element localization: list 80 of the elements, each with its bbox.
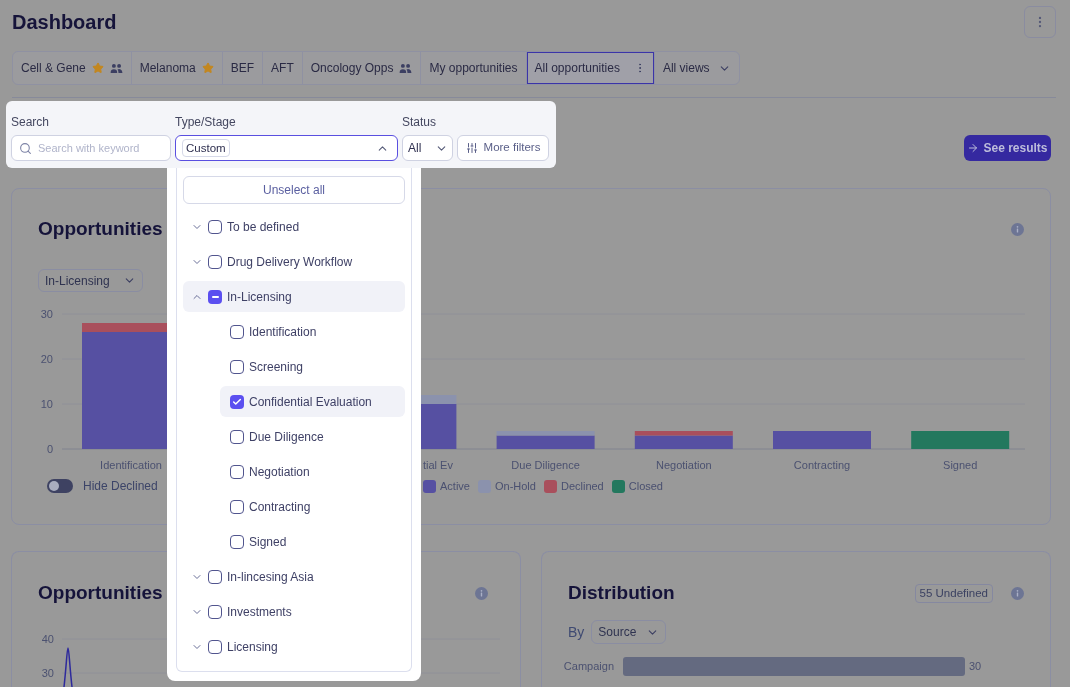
see-results-button[interactable]: See results (964, 135, 1051, 161)
legend-label: Closed (628, 478, 663, 494)
card-title: Opportunities (38, 581, 163, 605)
highlighted-row[interactable]: Confidential Evaluation (220, 386, 405, 417)
more-filters-button[interactable]: More filters (457, 135, 549, 161)
checkbox[interactable] (208, 289, 222, 304)
axis-tick-label: 40 (41, 633, 54, 645)
view-tab[interactable]: Melanoma (131, 52, 223, 84)
view-tab[interactable]: BEF (222, 52, 264, 84)
group-by-select[interactable]: Source (591, 620, 667, 644)
axis-tick-label: 30 (40, 308, 53, 320)
axis-category-label: Negotiation (655, 459, 712, 471)
axis-category-label: Due Diligence (511, 459, 580, 471)
option-label[interactable]: Screening (249, 357, 304, 376)
highlighted-row[interactable]: In-Licensing (183, 281, 405, 312)
checkbox[interactable] (230, 499, 244, 514)
option-label[interactable]: Identification (249, 322, 317, 341)
checkbox[interactable] (208, 639, 222, 654)
card-title: Distribution (568, 581, 675, 605)
field-label: Type/Stage (175, 114, 237, 130)
axis-tick-label: 30 (41, 667, 54, 679)
type-stage-select[interactable]: Custom (175, 135, 398, 161)
checkbox[interactable] (208, 604, 222, 619)
checkbox[interactable] (230, 324, 244, 339)
toggle-label: Hide Declined (83, 478, 158, 495)
page-title: Dashboard (12, 10, 117, 35)
checkmark-icon (232, 396, 242, 407)
search-icon (19, 142, 32, 155)
view-tab[interactable]: All opportunities (526, 52, 655, 84)
field-label: Status (402, 114, 438, 130)
checkbox[interactable] (230, 464, 244, 479)
axis-tick-label: 20 (40, 353, 53, 365)
field-label: Search (11, 114, 51, 130)
option-label[interactable]: Drug Delivery Workflow (227, 252, 353, 271)
legend-label: On-Hold (494, 478, 536, 494)
checkbox[interactable] (208, 219, 222, 234)
hide-declined-toggle[interactable] (47, 479, 73, 493)
view-tab[interactable]: Cell & Gene (13, 52, 132, 84)
status-select[interactable]: All (402, 135, 453, 161)
view-tab[interactable]: My opportunities (421, 52, 527, 84)
option-label[interactable]: Due Diligence (249, 427, 324, 446)
legend-label: Declined (560, 478, 604, 494)
checkbox[interactable] (230, 359, 244, 374)
checkbox[interactable] (208, 569, 222, 584)
checkbox[interactable] (230, 534, 244, 549)
unselect-all-button[interactable]: Unselect all (183, 176, 405, 204)
axis-category-label: Signed (943, 459, 978, 471)
option-label[interactable]: Signed (249, 532, 287, 551)
option-label[interactable]: Contracting (249, 497, 311, 516)
type-select[interactable]: In-Licensing (38, 269, 143, 292)
option-label[interactable]: To be defined (227, 217, 300, 236)
option-label[interactable]: Investments (227, 602, 292, 621)
group-by-label: By (568, 622, 585, 642)
filter-chip: Custom (182, 139, 230, 157)
axis-category-label: Identification (100, 459, 162, 471)
axis-category-label: Contracting (793, 459, 851, 471)
checkbox[interactable] (208, 254, 222, 269)
bar-value-label: 30 (969, 660, 982, 672)
option-label[interactable]: In-lincesing Asia (227, 567, 314, 586)
option-label[interactable]: Licensing (227, 637, 278, 656)
option-label[interactable]: Confidential Evaluation (249, 392, 372, 411)
sliders-icon (465, 142, 478, 154)
search-field[interactable]: Search with keyword (11, 135, 171, 161)
axis-tick-label: 0 (46, 443, 53, 455)
view-tab[interactable]: Oncology Opps (302, 52, 422, 84)
option-label[interactable]: Negotiation (249, 462, 310, 481)
option-label[interactable]: In-Licensing (227, 287, 292, 306)
checkbox[interactable] (230, 429, 244, 444)
arrow-right-icon (967, 142, 980, 154)
checkbox[interactable] (230, 394, 244, 409)
view-tab[interactable]: AFT (263, 52, 303, 84)
minus-icon (211, 295, 219, 298)
axis-tick-label: 10 (40, 398, 53, 410)
card-title: Opportunities (38, 217, 163, 241)
axis-category-label: tial Ev (423, 459, 453, 471)
legend-label: Active (440, 478, 470, 494)
undefined-count-badge: 55 Undefined (914, 583, 993, 603)
bar-category-label: Campaign (563, 660, 614, 672)
trend-line (63, 647, 73, 687)
views-dropdown[interactable]: All views (654, 52, 739, 84)
